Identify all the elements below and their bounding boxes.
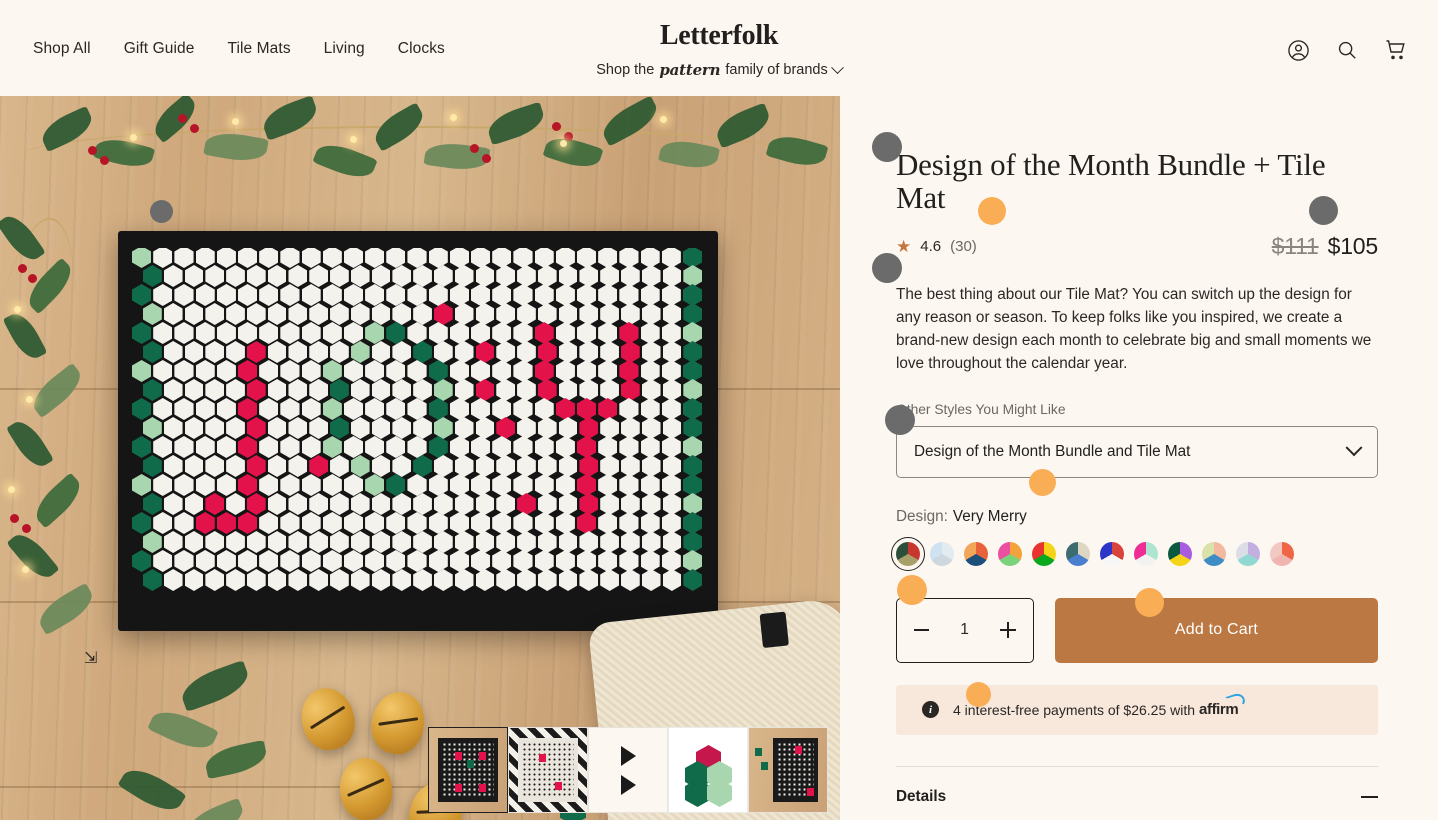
chevron-down-icon (1345, 438, 1363, 456)
minus-icon (1361, 795, 1378, 798)
price-current: $105 (1327, 232, 1379, 259)
chevron-down-icon (830, 60, 844, 74)
page-title: Design of the Month Bundle + Tile Mat (896, 147, 1326, 216)
design-swatches[interactable] (891, 536, 1378, 571)
style-select[interactable]: Design of the Month Bundle and Tile Mat (896, 425, 1378, 478)
design-value: Very Merry (952, 507, 1027, 525)
tile-mat (118, 231, 718, 631)
rating-value: 4.6 (920, 237, 942, 255)
brand-family-selector[interactable]: Shop the pattern family of brands (596, 60, 844, 79)
details-accordion-header[interactable]: Details (896, 788, 1378, 806)
site-logo[interactable]: Letterfolk (660, 22, 779, 50)
affirm-message: 4 interest-free payments of $26.25 with … (953, 691, 1248, 718)
thumb-mat-overhead[interactable] (428, 727, 508, 813)
swatch-very-merry[interactable] (891, 536, 925, 571)
swatch-icy-blue[interactable] (930, 541, 954, 566)
product-gallery[interactable]: ⇲ (0, 96, 840, 820)
rating-count: (30) (950, 237, 977, 255)
quantity-decrease-button[interactable] (914, 629, 929, 632)
product-hero-image: ⇲ (0, 96, 840, 820)
style-select-value: Design of the Month Bundle and Tile Mat (914, 442, 1191, 460)
play-icon (620, 745, 636, 766)
swatch-peach-blue[interactable] (1202, 541, 1226, 566)
quantity-value: 1 (960, 621, 969, 639)
swatch-magenta-mint[interactable] (1134, 541, 1158, 566)
design-row: Design: Very Merry (896, 508, 1378, 526)
swatch-sunset-navy[interactable] (964, 541, 988, 566)
affirm-banner[interactable]: i 4 interest-free payments of $26.25 wit… (896, 684, 1378, 735)
rating-price-row: ★ 4.6 (30) $111 $105 (896, 233, 1378, 260)
details-heading: Details (896, 787, 947, 805)
zoom-cursor-icon: ⇲ (84, 650, 98, 667)
styles-label: Other Styles You Might Like (896, 401, 1066, 417)
swatch-red-blue[interactable] (1100, 541, 1124, 566)
cart-icon[interactable] (1384, 38, 1408, 62)
swatch-pink-orange[interactable] (998, 541, 1022, 566)
product-page: Shop All Gift Guide Tile Mats Living Clo… (0, 0, 1438, 820)
add-to-cart-button[interactable]: Add to Cart (1055, 597, 1378, 663)
bag-tag (759, 611, 789, 649)
star-icon: ★ (896, 236, 912, 256)
brand-sub-pre: Shop the (596, 62, 655, 78)
section-divider (896, 765, 1378, 767)
play-icon (620, 774, 636, 795)
quantity-increase-button[interactable] (1000, 622, 1016, 639)
thumb-mat-tiles[interactable] (748, 727, 828, 813)
swatch-coral-blush[interactable] (1270, 541, 1294, 566)
gallery-thumbnails[interactable] (428, 727, 828, 813)
thumb-hex-logo[interactable] (668, 727, 748, 813)
quantity-stepper[interactable]: 1 (896, 597, 1034, 663)
brand-sub-script: pattern (659, 61, 721, 79)
product-details-column: Design of the Month Bundle + Tile Mat ★ … (891, 96, 1378, 820)
product-description: The best thing about our Tile Mat? You c… (896, 285, 1372, 372)
account-icon[interactable] (1287, 39, 1310, 62)
brand-sub-post: family of brands (725, 62, 828, 78)
purchase-row: 1 Add to Cart (896, 597, 1378, 663)
swatch-green-yellow[interactable] (1168, 541, 1192, 566)
hex-tile-grid (132, 248, 704, 614)
search-icon[interactable] (1336, 39, 1358, 61)
price-original: $111 (1271, 232, 1319, 259)
product-rating[interactable]: ★ 4.6 (30) (896, 238, 977, 255)
info-icon[interactable]: i (922, 701, 939, 719)
brand-block: Letterfolk Shop the pattern family of br… (0, 22, 1438, 79)
price-block: $111 $105 (1271, 232, 1379, 260)
swatch-teal-blue[interactable] (1066, 541, 1090, 566)
affirm-copy: 4 interest-free payments of $26.25 with (953, 701, 1196, 718)
header-icons (1287, 38, 1408, 62)
design-label: Design: (896, 507, 948, 525)
site-header: Shop All Gift Guide Tile Mats Living Clo… (0, 0, 1438, 96)
swatch-lilac-aqua[interactable] (1236, 541, 1260, 566)
thumb-mat-styled[interactable] (508, 727, 588, 813)
thumb-video-1[interactable] (588, 727, 668, 813)
swatch-primary[interactable] (1032, 541, 1056, 566)
affirm-logo: affirm (1199, 691, 1248, 718)
